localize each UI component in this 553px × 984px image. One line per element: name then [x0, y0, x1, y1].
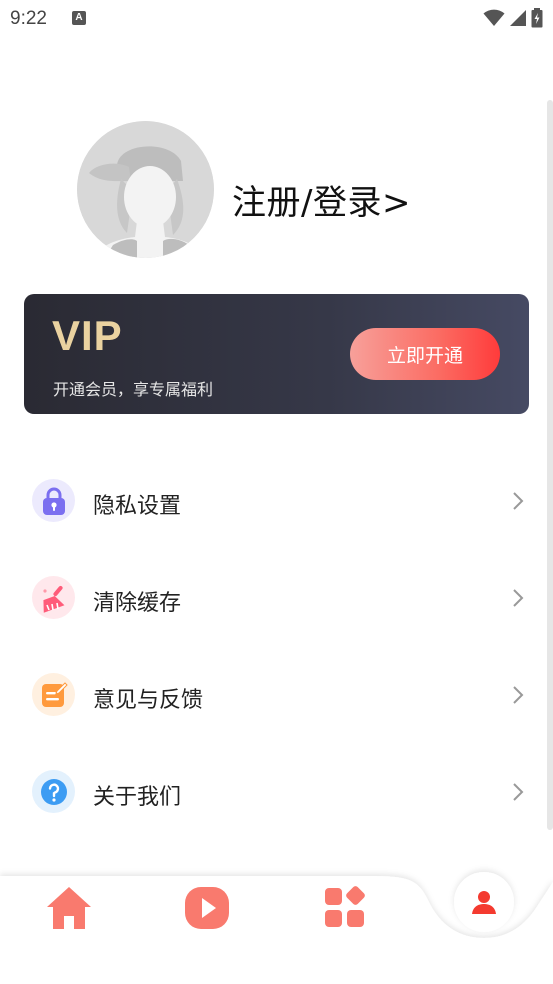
- nav-profile[interactable]: [454, 872, 514, 932]
- menu-item-label: 隐私设置: [93, 494, 182, 519]
- chevron-right-icon: [513, 492, 524, 510]
- bottom-nav: [0, 860, 553, 984]
- menu-item-privacy[interactable]: 隐私设置: [0, 453, 553, 550]
- status-bar: 9:22 A: [0, 0, 553, 40]
- signal-icon: [510, 10, 526, 26]
- broom-icon: [32, 576, 75, 619]
- menu-item-feedback[interactable]: 意见与反馈: [0, 647, 553, 744]
- question-icon: [32, 770, 75, 813]
- profile-screen: 9:22 A 注册/登录> VIP 开通会员，享专属福利 立即开通 隐私设置 清…: [0, 0, 553, 984]
- menu-item-clear-cache[interactable]: 清除缓存: [0, 550, 553, 647]
- avatar[interactable]: [77, 121, 214, 258]
- settings-menu: 隐私设置 清除缓存 意见与反馈 关于我们: [0, 453, 553, 841]
- lock-icon: [32, 479, 75, 522]
- login-register-link[interactable]: 注册/登录>: [232, 175, 411, 224]
- play-icon: [185, 887, 229, 929]
- vip-subtitle: 开通会员，享专属福利: [53, 380, 214, 399]
- wifi-icon: [483, 9, 505, 26]
- profile-icon: [472, 891, 496, 914]
- status-icons: [483, 8, 543, 28]
- menu-item-label: 意见与反馈: [93, 688, 204, 713]
- menu-item-label: 关于我们: [93, 785, 182, 810]
- nav-video[interactable]: [177, 878, 237, 938]
- notification-a-icon: A: [72, 11, 86, 25]
- chevron-right-icon: [513, 589, 524, 607]
- nav-apps[interactable]: [315, 878, 375, 938]
- vip-card[interactable]: VIP 开通会员，享专属福利 立即开通: [24, 294, 529, 414]
- vip-title: VIP: [52, 312, 123, 359]
- chevron-right-icon: [513, 783, 524, 801]
- default-avatar-icon: [77, 121, 214, 258]
- chevron-right-icon: [513, 686, 524, 704]
- menu-item-about[interactable]: 关于我们: [0, 744, 553, 841]
- open-vip-button[interactable]: 立即开通: [350, 328, 500, 380]
- menu-item-label: 清除缓存: [93, 591, 182, 616]
- home-icon: [47, 887, 91, 929]
- status-time: 9:22: [10, 8, 47, 29]
- nav-home[interactable]: [39, 878, 99, 938]
- battery-icon: [531, 8, 543, 28]
- feedback-icon: [32, 673, 75, 716]
- apps-icon: [325, 886, 365, 927]
